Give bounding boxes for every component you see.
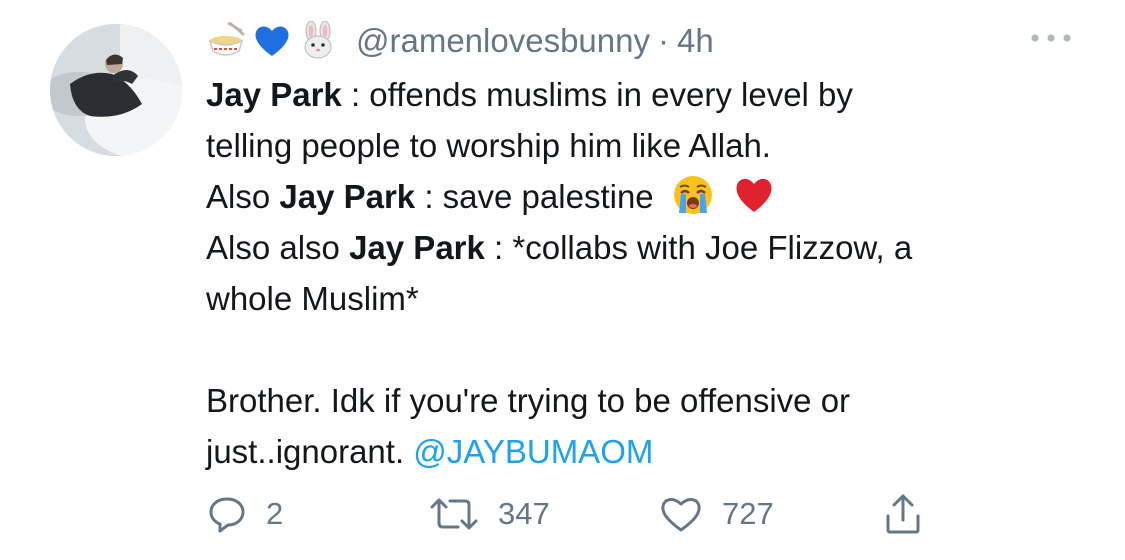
retweet-button[interactable]: 347 [428, 490, 550, 538]
tweet-header: @ramenlovesbunny · 4h [206, 16, 714, 66]
rabbit-face-emoji [304, 21, 332, 59]
text-span: just..ignorant. [206, 433, 414, 470]
retweet-count: 347 [498, 496, 550, 531]
tweet-line: Also also Jay Park : *collabs with Joe F… [206, 222, 1106, 273]
retweet-icon [430, 498, 478, 530]
text-span: : save palestine [415, 178, 654, 215]
reply-icon [209, 497, 245, 533]
avatar-photo [50, 24, 182, 156]
text-span: telling people to worship him like Allah… [206, 127, 771, 164]
text-span: Also [206, 178, 280, 215]
tweet-line: telling people to worship him like Allah… [206, 120, 1106, 171]
heart-icon [661, 498, 701, 532]
bold-name: Jay Park [206, 76, 342, 113]
tweet-line: Brother. Idk if you're trying to be offe… [206, 375, 1106, 426]
tweet-line: just..ignorant. @JAYBUMAOM [206, 426, 1106, 477]
text-span: : *collabs with Joe Flizzow, a [484, 229, 913, 266]
tweet-time[interactable]: 4h [677, 22, 714, 60]
share-button[interactable] [882, 490, 924, 538]
reply-button[interactable]: 2 [206, 490, 283, 538]
tweet-actions: 2 347 727 [206, 490, 966, 538]
text-span: Also also [206, 229, 350, 266]
tweet-line: Jay Park : offends muslims in every leve… [206, 69, 1106, 120]
blue-heart-emoji [255, 26, 289, 56]
tweet-line: Also Jay Park : save palestine [206, 171, 1106, 222]
text-span: Brother. Idk if you're trying to be offe… [206, 382, 851, 419]
text-span: : offends muslims in every level by [341, 76, 853, 113]
avatar[interactable] [50, 24, 182, 156]
bold-name: Jay Park [279, 178, 416, 215]
mention-link[interactable]: @JAYBUMAOM [413, 433, 653, 470]
dot-separator: · [658, 22, 669, 59]
share-icon [886, 494, 920, 534]
ramen-emoji [208, 21, 245, 56]
text-span: whole Muslim* [206, 280, 419, 317]
author-handle[interactable]: @ramenlovesbunny [356, 22, 650, 60]
like-button[interactable]: 727 [658, 490, 774, 538]
like-count: 727 [722, 496, 774, 531]
tweet-text: Jay Park : offends muslims in every leve… [206, 69, 1106, 477]
reply-count: 2 [266, 496, 284, 531]
tweet-line: whole Muslim* [206, 273, 1106, 324]
more-options-icon[interactable] [1026, 26, 1076, 50]
loudly-crying-face-emoji [673, 176, 712, 215]
bold-name: Jay Park [349, 229, 485, 266]
red-heart-emoji [736, 179, 772, 213]
